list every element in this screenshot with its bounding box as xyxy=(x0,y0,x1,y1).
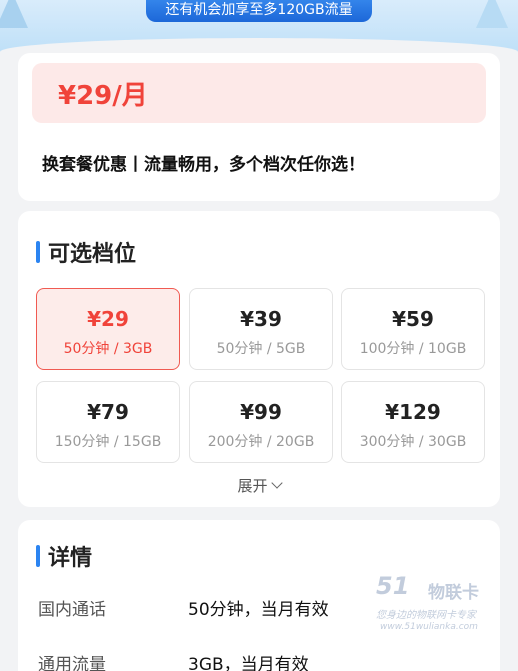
tier-price: ¥129 xyxy=(385,400,441,424)
expand-label: 展开 xyxy=(237,477,268,495)
tier-option-29[interactable]: ¥29 50分钟 / 3GB xyxy=(36,288,180,370)
tier-price: ¥99 xyxy=(240,400,282,424)
detail-value: 3GB，当月有效 xyxy=(188,655,309,671)
detail-label: 通用流量 xyxy=(38,655,106,671)
tiers-card: 可选档位 ¥29 50分钟 / 3GB ¥39 50分钟 / 5GB ¥59 1… xyxy=(18,211,500,507)
tier-price: ¥29 xyxy=(87,307,129,331)
tier-spec: 200分钟 / 20GB xyxy=(207,434,315,450)
detail-label: 国内通话 xyxy=(38,600,106,620)
tree-decoration-icon xyxy=(0,0,28,28)
detail-value: 50分钟，当月有效 xyxy=(188,600,329,620)
tiers-section-title: 可选档位 xyxy=(36,236,136,268)
price-box: ¥29/月 xyxy=(32,63,486,123)
top-banner: 还有机会加享至多120GB流量 xyxy=(0,0,518,52)
tier-spec: 150分钟 / 15GB xyxy=(54,434,162,450)
tier-option-59[interactable]: ¥59 100分钟 / 10GB xyxy=(341,288,485,370)
tier-spec: 100分钟 / 10GB xyxy=(359,341,467,357)
plan-price-card: ¥29/月 换套餐优惠丨流量畅用，多个档次任你选！ xyxy=(18,53,500,201)
chevron-down-icon xyxy=(270,477,283,489)
snow-decoration xyxy=(0,38,518,52)
expand-button[interactable]: 展开 xyxy=(18,475,500,496)
tier-price: ¥79 xyxy=(87,400,129,424)
details-card: 详情 国内通话 50分钟，当月有效 通用流量 3GB，当月有效 xyxy=(18,520,500,671)
details-section-title: 详情 xyxy=(36,540,92,572)
tier-price: ¥39 xyxy=(240,307,282,331)
plan-price: ¥29/月 xyxy=(58,81,148,111)
tier-option-129[interactable]: ¥129 300分钟 / 30GB xyxy=(341,381,485,463)
banner-promo-pill[interactable]: 还有机会加享至多120GB流量 xyxy=(146,0,372,22)
banner-promo-text: 还有机会加享至多120GB流量 xyxy=(165,2,353,18)
tier-spec: 300分钟 / 30GB xyxy=(359,434,467,450)
tier-price: ¥59 xyxy=(392,307,434,331)
tier-spec: 50分钟 / 3GB xyxy=(63,341,153,357)
tier-spec: 50分钟 / 5GB xyxy=(216,341,306,357)
tier-option-39[interactable]: ¥39 50分钟 / 5GB xyxy=(189,288,333,370)
tier-option-99[interactable]: ¥99 200分钟 / 20GB xyxy=(189,381,333,463)
plan-promo-text: 换套餐优惠丨流量畅用，多个档次任你选！ xyxy=(42,155,365,175)
tier-option-79[interactable]: ¥79 150分钟 / 15GB xyxy=(36,381,180,463)
tree-decoration-icon xyxy=(476,0,508,28)
